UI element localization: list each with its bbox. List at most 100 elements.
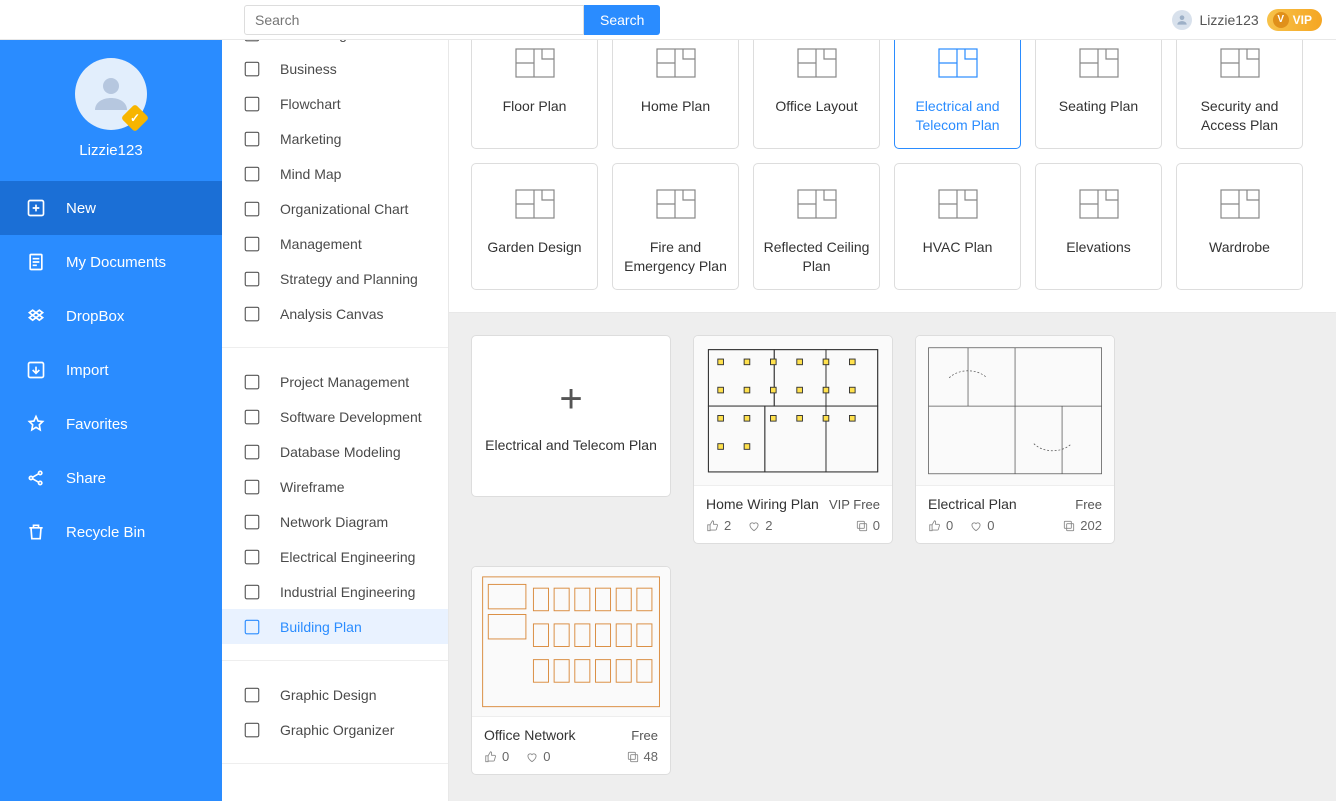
category-label: Organizational Chart [280,201,408,217]
template-tag: Free [631,728,658,743]
share-icon [26,468,46,488]
tile-hvac-plan[interactable]: HVAC Plan [894,163,1021,290]
category-management[interactable]: Management [222,226,448,261]
tile-icon [652,184,700,224]
tile-icon [1075,184,1123,224]
category-label: Mind Map [280,166,341,182]
nav-item-favorites[interactable]: Favorites [0,397,222,451]
category-label: Analysis Canvas [280,306,384,322]
category-label: Management [280,236,362,252]
favorites-stat[interactable]: 0 [525,749,550,764]
nav-item-new[interactable]: New [0,181,222,235]
nav-label: Import [66,362,109,379]
category-project-management[interactable]: Project Management [222,364,448,399]
tile-reflected-ceiling-plan[interactable]: Reflected Ceiling Plan [753,163,880,290]
category-network-diagram[interactable]: Network Diagram [222,504,448,539]
nav-item-share[interactable]: Share [0,451,222,505]
category-label: Project Management [280,374,409,390]
tile-office-layout[interactable]: Office Layout [753,22,880,149]
tile-garden-design[interactable]: Garden Design [471,163,598,290]
user-chip[interactable]: Lizzie123 VIP [1172,9,1323,31]
template-home-wiring-plan[interactable]: Home Wiring Plan VIP Free 2 2 0 [693,335,893,544]
tile-security-and-access-plan[interactable]: Security and Access Plan [1176,22,1303,149]
trash-icon [26,522,46,542]
tile-icon [1216,43,1264,83]
plus-icon: + [559,379,582,419]
category-software-development[interactable]: Software Development [222,399,448,434]
template-tag: VIP Free [829,497,880,512]
tile-electrical-and-telecom-plan[interactable]: Electrical and Telecom Plan [894,22,1021,149]
avatar [75,58,147,130]
favorites-stat[interactable]: 2 [747,518,772,533]
category-flowchart[interactable]: Flowchart [222,86,448,121]
nav-item-recycle-bin[interactable]: Recycle Bin [0,505,222,559]
vip-badge: VIP [1267,9,1322,31]
category-icon [242,617,262,637]
category-icon [242,199,262,219]
nav-item-dropbox[interactable]: DropBox [0,289,222,343]
tile-floor-plan[interactable]: Floor Plan [471,22,598,149]
category-icon [242,685,262,705]
new-template-card[interactable]: +Electrical and Telecom Plan [471,335,671,497]
favorites-stat[interactable]: 0 [969,518,994,533]
tile-seating-plan[interactable]: Seating Plan [1035,22,1162,149]
category-graphic-organizer[interactable]: Graphic Organizer [222,712,448,747]
template-electrical-plan[interactable]: Electrical Plan Free 0 0 202 [915,335,1115,544]
user-profile[interactable]: Lizzie123 [0,40,222,181]
search-button[interactable]: Search [584,5,660,35]
tile-home-plan[interactable]: Home Plan [612,22,739,149]
nav-item-my-documents[interactable]: My Documents [0,235,222,289]
category-icon [242,269,262,289]
copies-stat[interactable]: 0 [855,518,880,533]
nav-item-import[interactable]: Import [0,343,222,397]
template-preview [916,336,1114,486]
import-icon [26,360,46,380]
category-database-modeling[interactable]: Database Modeling [222,434,448,469]
category-mind-map[interactable]: Mind Map [222,156,448,191]
category-label: Graphic Design [280,687,377,703]
tile-icon [1216,184,1264,224]
nav-label: My Documents [66,254,166,271]
tile-label: Elevations [1066,238,1131,257]
nav-label: Share [66,470,106,487]
nav-label: Favorites [66,416,128,433]
user-icon [1172,10,1192,30]
category-label: Wireframe [280,479,345,495]
tile-label: Garden Design [487,238,581,257]
left-sidebar: edraw max Lizzie123 NewMy DocumentsDropB… [0,0,222,801]
primary-nav: New My Documents DropBox Import Favorites Sha… [0,181,222,559]
category-business[interactable]: Business [222,51,448,86]
tile-icon [934,43,982,83]
category-icon [242,442,262,462]
category-strategy-and-planning[interactable]: Strategy and Planning [222,261,448,296]
likes-stat[interactable]: 2 [706,518,731,533]
copies-stat[interactable]: 48 [626,749,658,764]
category-marketing[interactable]: Marketing [222,121,448,156]
tile-elevations[interactable]: Elevations [1035,163,1162,290]
copies-stat[interactable]: 202 [1062,518,1102,533]
template-gallery: +Electrical and Telecom Plan Home Wiring… [449,313,1336,797]
category-wireframe[interactable]: Wireframe [222,469,448,504]
main-area: Search Lizzie123 VIP Floor PlanHome Plan… [449,0,1336,801]
vip-icon [1273,12,1289,28]
tile-label: Office Layout [775,97,857,116]
category-organizational-chart[interactable]: Organizational Chart [222,191,448,226]
template-office-network[interactable]: Office Network Free 0 0 48 [471,566,671,775]
tile-wardrobe[interactable]: Wardrobe [1176,163,1303,290]
category-electrical-engineering[interactable]: Electrical Engineering [222,539,448,574]
category-industrial-engineering[interactable]: Industrial Engineering [222,574,448,609]
likes-stat[interactable]: 0 [928,518,953,533]
category-label: Database Modeling [280,444,401,460]
tile-label: Reflected Ceiling Plan [762,238,871,276]
likes-stat[interactable]: 0 [484,749,509,764]
username: Lizzie123 [79,142,142,159]
category-analysis-canvas[interactable]: Analysis Canvas [222,296,448,331]
nav-label: DropBox [66,308,124,325]
tile-fire-and-emergency-plan[interactable]: Fire and Emergency Plan [612,163,739,290]
category-panel: Basic DiagramBusinessFlowchartMarketingM… [222,0,449,801]
category-graphic-design[interactable]: Graphic Design [222,677,448,712]
nav-label: New [66,200,96,217]
search-input[interactable] [244,5,584,35]
category-icon [242,372,262,392]
category-building-plan[interactable]: Building Plan [222,609,448,644]
